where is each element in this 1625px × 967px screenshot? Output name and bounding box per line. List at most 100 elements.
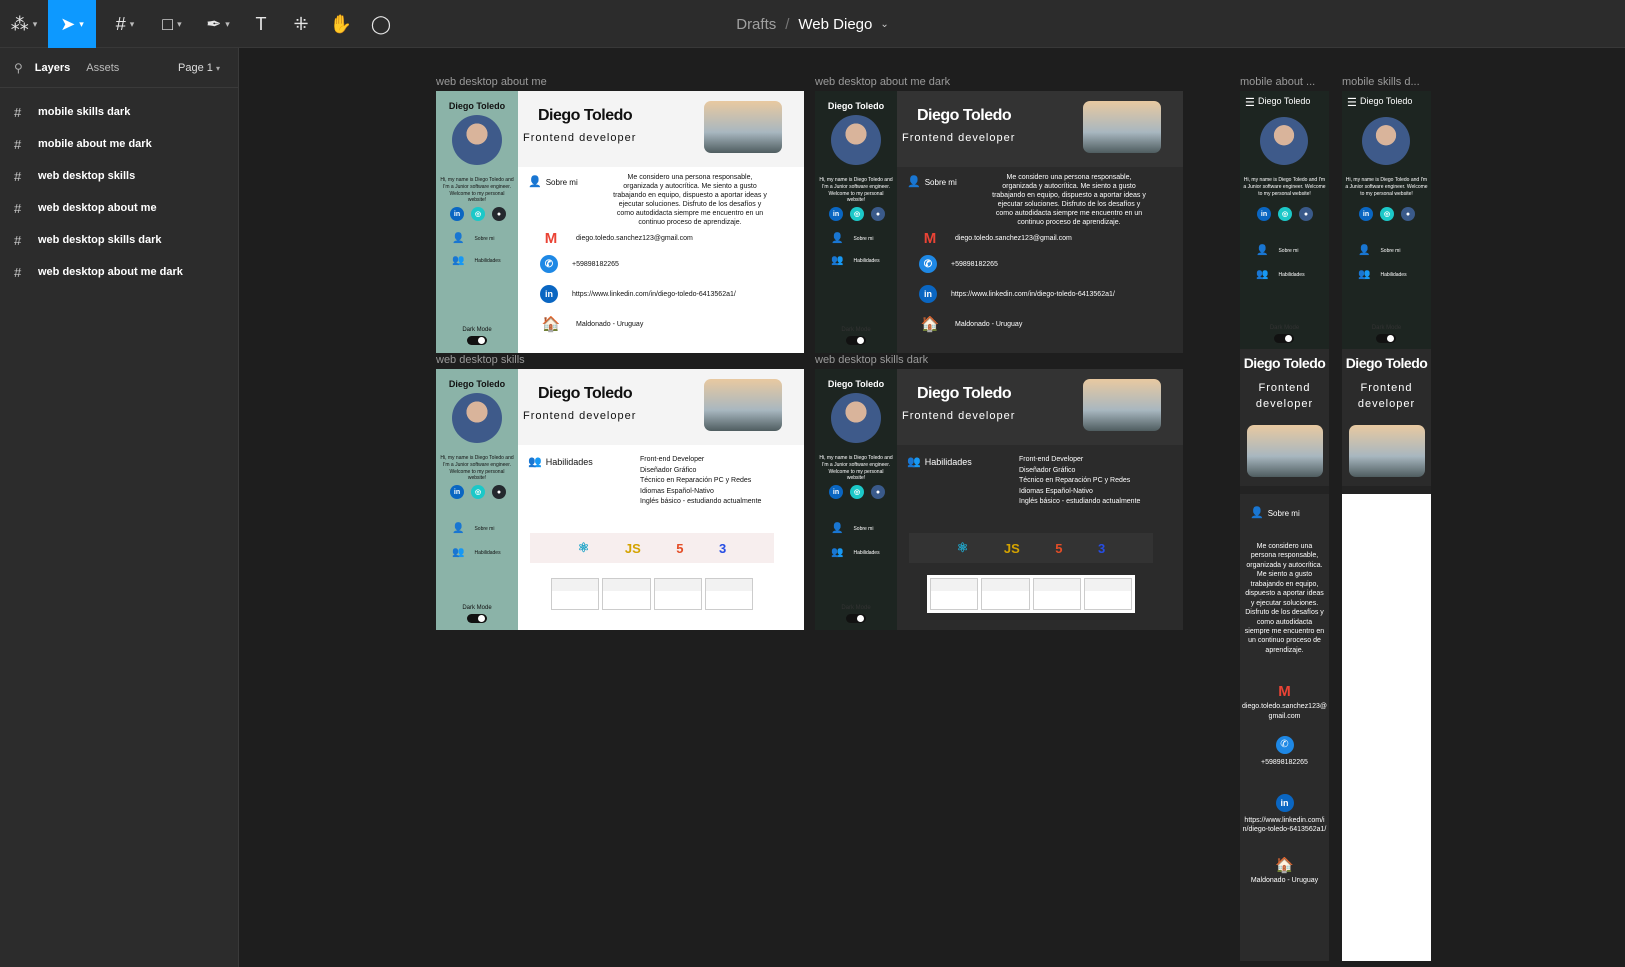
frame-web-desktop-skills-dark[interactable]: Diego Toledo Hi, my name is Diego Toledo…	[815, 369, 1183, 630]
certificate-thumbnail[interactable]	[981, 578, 1030, 610]
linkedin-icon[interactable]: in	[450, 207, 464, 221]
nav-label: Sobre mi	[474, 525, 495, 532]
instagram-icon[interactable]: ◎	[850, 485, 864, 499]
github-icon[interactable]: ●	[1401, 207, 1415, 221]
layers-panel: ⚲ Layers Assets Page 1 ▾ # mobile skills …	[0, 48, 239, 967]
dark-mode-label: Dark Mode	[841, 327, 871, 333]
frame-web-desktop-skills[interactable]: Diego Toledo Hi, my name is Diego Toledo…	[436, 369, 804, 630]
layer-item[interactable]: # web desktop skills	[0, 160, 238, 192]
frame-label-mobile-skills[interactable]: mobile skills d...	[1342, 76, 1420, 88]
person-icon: 👤	[452, 233, 465, 244]
layer-item[interactable]: # web desktop skills dark	[0, 224, 238, 256]
nav-sobre-mi[interactable]: 👤 Sobre mi	[452, 523, 494, 534]
tab-assets[interactable]: Assets	[86, 62, 119, 74]
dark-mode-toggle[interactable]	[467, 336, 487, 345]
github-icon[interactable]: ●	[492, 207, 506, 221]
layer-item[interactable]: # web desktop about me dark	[0, 256, 238, 288]
frame-web-desktop-about-me[interactable]: Diego Toledo Hi, my name is Diego Toledo…	[436, 91, 804, 353]
linkedin-icon[interactable]: in	[1257, 207, 1271, 221]
linkedin-icon[interactable]: in	[1359, 207, 1373, 221]
search-icon[interactable]: ⚲	[14, 61, 23, 75]
instagram-icon[interactable]: ◎	[1278, 207, 1292, 221]
github-icon[interactable]: ●	[492, 485, 506, 499]
nav-sobre-mi[interactable]: 👤 Sobre mi	[452, 233, 494, 244]
frame-label-about-dark[interactable]: web desktop about me dark	[815, 76, 950, 88]
nav-sobre-mi[interactable]: 👤 Sobre mi	[1358, 245, 1400, 256]
frame-tool-button[interactable]: # ▾	[106, 0, 144, 48]
instagram-icon[interactable]: ◎	[471, 207, 485, 221]
certificate-thumbnail[interactable]	[551, 578, 600, 610]
layer-item[interactable]: # web desktop about me	[0, 192, 238, 224]
instagram-icon[interactable]: ◎	[850, 207, 864, 221]
hamburger-icon[interactable]: ☰	[1347, 96, 1357, 109]
file-name[interactable]: Web Diego	[798, 16, 872, 33]
intro-text: Hi, my name is Diego Toledo and I'm a Ju…	[819, 455, 893, 482]
comment-tool-button[interactable]: ◯	[364, 0, 398, 48]
nav-sobre-mi[interactable]: 👤 Sobre mi	[831, 523, 873, 534]
frame-icon: #	[115, 13, 126, 34]
frame-web-desktop-about-me-dark[interactable]: Diego Toledo Hi, my name is Diego Toledo…	[815, 91, 1183, 353]
components-tool-button[interactable]: ⁜	[284, 0, 318, 48]
person-icon: 👤	[831, 233, 844, 244]
dark-mode-toggle[interactable]	[1274, 334, 1294, 343]
shape-tool-button[interactable]: □ ▾	[152, 0, 192, 48]
pen-icon: ✒	[206, 13, 222, 34]
drafts-link[interactable]: Drafts	[736, 16, 776, 33]
frame-label-about[interactable]: web desktop about me	[436, 76, 547, 88]
dark-mode-toggle[interactable]	[846, 336, 866, 345]
nav-habilidades[interactable]: 👥 Habilidades	[1256, 269, 1305, 280]
nav-habilidades[interactable]: 👥 Habilidades	[452, 547, 501, 558]
chevron-down-icon: ▾	[225, 18, 230, 29]
layer-item[interactable]: # mobile skills dark	[0, 96, 238, 128]
linkedin-icon[interactable]: in	[829, 207, 843, 221]
skill-item: Front-end Developer	[640, 456, 705, 463]
frame-mobile-about-me-dark[interactable]: ☰ Diego Toledo Hi, my name is Diego Tole…	[1240, 91, 1329, 961]
instagram-icon[interactable]: ◎	[471, 485, 485, 499]
github-icon[interactable]: ●	[871, 207, 885, 221]
hamburger-icon[interactable]: ☰	[1245, 96, 1255, 109]
nav-sobre-mi[interactable]: 👤 Sobre mi	[831, 233, 873, 244]
sidebar-name: Diego Toledo	[827, 101, 885, 111]
linkedin-icon[interactable]: in	[829, 485, 843, 499]
social-links: in ◎ ●	[1359, 207, 1415, 221]
layer-item[interactable]: # mobile about me dark	[0, 128, 238, 160]
page-selector[interactable]: Page 1 ▾	[178, 62, 220, 74]
frame-mobile-skills-dark[interactable]: ☰ Diego Toledo Hi, my name is Diego Tole…	[1342, 91, 1431, 961]
certificate-thumbnail[interactable]	[1083, 578, 1132, 610]
nav-habilidades[interactable]: 👥 Habilidades	[1358, 269, 1407, 280]
certificate-thumbnail[interactable]	[1032, 578, 1081, 610]
pen-tool-button[interactable]: ✒ ▾	[198, 0, 238, 48]
hand-tool-button[interactable]: ✋	[324, 0, 358, 48]
location-block: 🏠 Maldonado - Uruguay	[1240, 856, 1329, 886]
linkedin-icon[interactable]: in	[450, 485, 464, 499]
layer-label: web desktop about me	[38, 202, 157, 214]
js-icon: JS	[624, 540, 641, 556]
nav-habilidades[interactable]: 👥 Habilidades	[831, 547, 880, 558]
nav-habilidades[interactable]: 👥 Habilidades	[831, 255, 880, 266]
person-icon: 👤	[1256, 245, 1269, 256]
dark-mode-toggle[interactable]	[846, 614, 866, 623]
skills-icon: 👥	[831, 255, 844, 266]
chevron-down-icon[interactable]: ⌄	[880, 19, 888, 30]
certificate-thumbnail[interactable]	[653, 578, 702, 610]
move-tool-button[interactable]: ➤ ▾	[48, 0, 96, 48]
nav-sobre-mi[interactable]: 👤 Sobre mi	[1256, 245, 1298, 256]
certificate-thumbnail[interactable]	[602, 578, 651, 610]
nav-habilidades[interactable]: 👥 Habilidades	[452, 255, 501, 266]
frame-label-skills[interactable]: web desktop skills	[436, 354, 525, 366]
github-icon[interactable]: ●	[1299, 207, 1313, 221]
tab-layers[interactable]: Layers	[35, 62, 70, 74]
certificate-thumbnail[interactable]	[704, 578, 753, 610]
github-icon[interactable]: ●	[871, 485, 885, 499]
text-tool-button[interactable]: T	[244, 0, 278, 48]
instagram-icon[interactable]: ◎	[1380, 207, 1394, 221]
intro-text: Hi, my name is Diego Toledo and I'm a Ju…	[440, 455, 514, 482]
main-menu-button[interactable]: ⁂ ▾	[0, 0, 48, 48]
frame-label-skills-dark[interactable]: web desktop skills dark	[815, 354, 928, 366]
certificate-thumbnail[interactable]	[930, 578, 979, 610]
dark-mode-toggle[interactable]	[467, 614, 487, 623]
frame-label-mobile-about[interactable]: mobile about ...	[1240, 76, 1315, 88]
figma-logo-icon: ⁂	[10, 13, 29, 34]
dark-mode-toggle[interactable]	[1376, 334, 1396, 343]
about-text: Me considero una persona responsable, or…	[992, 174, 1146, 227]
